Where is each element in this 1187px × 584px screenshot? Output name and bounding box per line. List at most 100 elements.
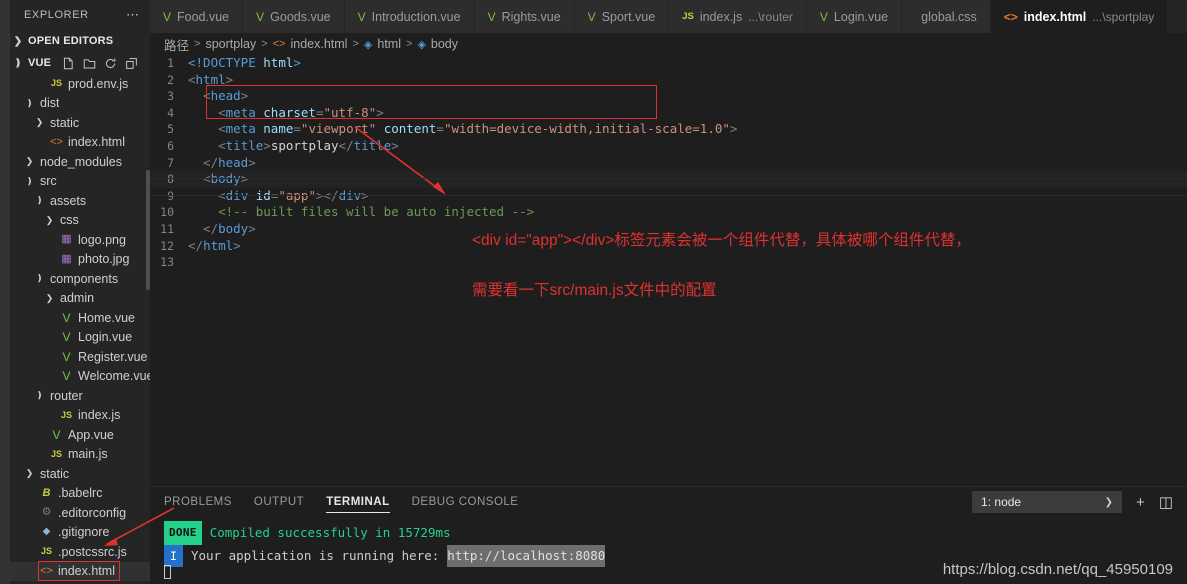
tree-item-router[interactable]: ❫ router bbox=[10, 386, 150, 406]
tree-item-css[interactable]: ❯ css bbox=[10, 211, 150, 231]
tab-index-html[interactable]: <> index.html ...\sportplay bbox=[990, 0, 1169, 33]
tree-item-photo-jpg[interactable]: ❯▦photo.jpg bbox=[10, 250, 150, 270]
vuefile-file-icon: V bbox=[819, 9, 828, 24]
section-open-editors[interactable]: ❯ OPEN EDITORS bbox=[10, 30, 150, 52]
code-token: > bbox=[293, 55, 301, 70]
tree-item--editorconfig[interactable]: ❯⚙.editorconfig bbox=[10, 503, 150, 523]
tab-introduction-vue[interactable]: V Introduction.vue bbox=[344, 0, 475, 33]
tab-food-vue[interactable]: V Food.vue bbox=[150, 0, 244, 33]
breadcrumb-item[interactable]: sportplay bbox=[205, 37, 256, 51]
new-file-icon[interactable] bbox=[62, 57, 75, 70]
tree-item-welcome-vue[interactable]: ❯VWelcome.vue bbox=[10, 367, 150, 387]
code-token: "utf-8" bbox=[323, 104, 377, 120]
tree-item-register-vue[interactable]: ❯VRegister.vue bbox=[10, 347, 150, 367]
code-token: > bbox=[376, 104, 384, 120]
vuefile-file-icon: V bbox=[357, 9, 366, 24]
code-line[interactable]: 5 <meta name="viewport" content="width=d… bbox=[150, 121, 1187, 138]
tab-goods-vue[interactable]: V Goods.vue bbox=[243, 0, 345, 33]
panel-tab-terminal[interactable]: TERMINAL bbox=[326, 487, 391, 517]
tree-item-assets[interactable]: ❫ assets bbox=[10, 191, 150, 211]
tree-item--babelrc[interactable]: ❯B.babelrc bbox=[10, 484, 150, 504]
annotation-line-1: <div id="app"></div>标签元素会被一个组件代替，具体被哪个组件… bbox=[472, 232, 971, 249]
code-line[interactable]: 4 <meta charset="utf-8"> bbox=[150, 105, 1187, 122]
code-token: > bbox=[225, 71, 234, 87]
line-number: 13 bbox=[160, 255, 174, 270]
line-number: 10 bbox=[160, 205, 174, 220]
vuefile-file-icon: V bbox=[487, 9, 496, 24]
code-token: html bbox=[203, 237, 234, 253]
tree-item-logo-png[interactable]: ❯▦logo.png bbox=[10, 230, 150, 250]
tree-item-src[interactable]: ❫ src bbox=[10, 172, 150, 192]
vuefile-file-icon: V bbox=[62, 369, 71, 384]
tree-item-app-vue[interactable]: ❯VApp.vue bbox=[10, 425, 150, 445]
panel-tab-bar[interactable]: PROBLEMS OUTPUT TERMINAL DEBUG CONSOLE 1: n… bbox=[150, 487, 1187, 517]
breadcrumb-item[interactable]: index.html bbox=[290, 37, 347, 51]
panel-tab-problems[interactable]: PROBLEMS bbox=[164, 487, 232, 517]
section-vue[interactable]: ❫ VUE bbox=[10, 52, 150, 74]
tab-global-css[interactable]: global.css bbox=[902, 0, 991, 33]
tree-item-admin[interactable]: ❯ admin bbox=[10, 289, 150, 309]
panel-tab-output[interactable]: OUTPUT bbox=[254, 487, 304, 517]
activity-bar[interactable] bbox=[0, 0, 10, 584]
tree-item-label: .postcssrc.js bbox=[58, 544, 127, 559]
breadcrumb[interactable]: 路径 > sportplay > <> index.html > ◈ html > ◈ body bbox=[150, 33, 1187, 55]
tree-item-index-html[interactable]: ❯<>index.html bbox=[10, 561, 150, 581]
tab-rights-vue[interactable]: V Rights.vue bbox=[474, 0, 575, 33]
code-line[interactable]: 1 <!DOCTYPE html> bbox=[150, 55, 1187, 72]
tree-item-components[interactable]: ❫ components bbox=[10, 269, 150, 289]
tab-login-vue[interactable]: V Login.vue bbox=[806, 0, 903, 33]
ellipsis-icon[interactable]: ⋯ bbox=[126, 8, 140, 21]
code-token: < bbox=[188, 121, 226, 137]
code-token: > bbox=[391, 137, 399, 153]
tree-item-home-vue[interactable]: ❯VHome.vue bbox=[10, 308, 150, 328]
panel-tabs[interactable]: PROBLEMS OUTPUT TERMINAL DEBUG CONSOLE bbox=[164, 487, 518, 517]
tree-item--postcssrc-js[interactable]: ❯JS.postcssrc.js bbox=[10, 542, 150, 562]
code-line[interactable]: 3 <head> bbox=[150, 88, 1187, 105]
tree-item-node-modules[interactable]: ❯ node_modules bbox=[10, 152, 150, 172]
tree-item-static[interactable]: ❯ static bbox=[10, 113, 150, 133]
tree-item--gitignore[interactable]: ❯◆.gitignore bbox=[10, 523, 150, 543]
tab-sport-vue[interactable]: V Sport.vue bbox=[574, 0, 670, 33]
git-file-icon: ◆ bbox=[42, 526, 51, 538]
code-token: > bbox=[248, 154, 256, 170]
collapse-all-icon[interactable] bbox=[125, 57, 138, 70]
project-label: VUE bbox=[28, 57, 52, 69]
code-line[interactable]: 2 <html> bbox=[150, 72, 1187, 89]
chevron-down-icon: ❯ bbox=[1104, 496, 1114, 508]
watermark: https://blog.csdn.net/qq_45950109 bbox=[942, 561, 1173, 578]
code-editor[interactable]: 1 <!DOCTYPE html> 2 <html> 3 <head> 4 <meta c… bbox=[150, 55, 1187, 486]
split-terminal-icon[interactable]: ◫ bbox=[1159, 495, 1173, 510]
tab-index-js[interactable]: JS index.js ...\router bbox=[669, 0, 807, 33]
tree-item-static[interactable]: ❯ static bbox=[10, 464, 150, 484]
tree-item-prod-env-js[interactable]: ❯JSprod.env.js bbox=[10, 74, 150, 94]
terminal-cursor bbox=[164, 565, 171, 579]
code-line[interactable]: 8 <body> bbox=[150, 171, 1187, 188]
breadcrumb-item[interactable]: body bbox=[431, 37, 458, 51]
terminal-selector[interactable]: 1: node ❯ bbox=[972, 491, 1123, 513]
code-token: </ bbox=[188, 220, 219, 236]
tree-item-label: index.html bbox=[68, 135, 125, 150]
breadcrumb-item[interactable]: 路径 bbox=[164, 35, 189, 54]
explorer-title: EXPLORER bbox=[24, 9, 89, 21]
vue-actions bbox=[62, 57, 144, 70]
tree-item-label: prod.env.js bbox=[68, 76, 129, 91]
tree-item-index-html[interactable]: ❯<>index.html bbox=[10, 133, 150, 153]
add-terminal-icon[interactable]: + bbox=[1136, 495, 1145, 510]
panel-tab-debug-console[interactable]: DEBUG CONSOLE bbox=[412, 487, 519, 517]
tree-item-index-js[interactable]: ❯JSindex.js bbox=[10, 406, 150, 426]
editor-tab-bar[interactable]: V Food.vue V Goods.vue V Introduction.vue V Rig… bbox=[150, 0, 1187, 33]
editor-area: V Food.vue V Goods.vue V Introduction.vue V Rig… bbox=[150, 0, 1187, 584]
tree-item-main-js[interactable]: ❯JSmain.js bbox=[10, 445, 150, 465]
breadcrumb-item[interactable]: html bbox=[377, 37, 401, 51]
code-line[interactable]: 7 </head> bbox=[150, 155, 1187, 172]
file-tree[interactable]: ❯ JS prod.env.js ❫ dist ❯ static ❯ <> index.html ❯… bbox=[10, 74, 150, 584]
localhost-url[interactable]: http://localhost:8080 bbox=[447, 545, 606, 567]
tree-item-dist[interactable]: ❫ dist bbox=[10, 94, 150, 114]
tree-item-login-vue[interactable]: ❯VLogin.vue bbox=[10, 328, 150, 348]
new-folder-icon[interactable] bbox=[83, 57, 96, 70]
tab-label: Food.vue bbox=[177, 9, 230, 24]
code-line[interactable]: 6 <title>sportplay</title> bbox=[150, 138, 1187, 155]
code-line[interactable]: 9 <div id="app"></div> bbox=[150, 188, 1187, 205]
refresh-icon[interactable] bbox=[104, 57, 117, 70]
chevron-down-icon: ❫ bbox=[25, 175, 34, 186]
